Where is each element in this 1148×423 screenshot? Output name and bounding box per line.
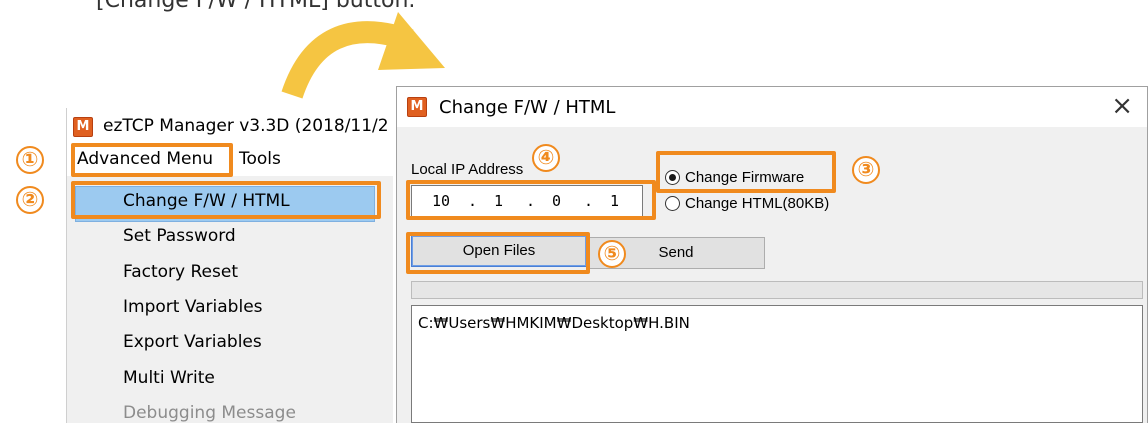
dialog-app-icon: M: [407, 97, 427, 117]
radio-change-html[interactable]: Change HTML(80KB): [665, 195, 829, 212]
menu-item-debugging-message: Debugging Message: [123, 403, 296, 423]
callout-1: ①: [16, 146, 44, 174]
menu-item-factory-reset[interactable]: Factory Reset: [123, 262, 238, 282]
main-window-title: ezTCP Manager v3.3D (2018/11/2: [103, 116, 389, 136]
progress-bar: [411, 281, 1143, 299]
dialog-title: Change F/W / HTML: [439, 97, 616, 118]
app-icon: M: [73, 117, 93, 137]
ip-address-label: Local IP Address: [411, 161, 524, 178]
callout-5: ⑤: [598, 240, 626, 268]
highlight-ip-address: [406, 180, 656, 220]
menu-item-import-variables[interactable]: Import Variables: [123, 297, 263, 317]
radio-unselected-icon: [665, 196, 680, 211]
main-window-titlebar: M ezTCP Manager v3.3D (2018/11/2: [67, 108, 393, 144]
menu-item-multi-write[interactable]: Multi Write: [123, 368, 215, 388]
radio-change-html-label: Change HTML(80KB): [685, 195, 830, 212]
menu-tools[interactable]: Tools: [239, 149, 281, 169]
highlight-open-files: [406, 232, 590, 274]
callout-4: ④: [532, 144, 560, 172]
callout-3: ③: [852, 156, 880, 184]
file-path-text: C:₩Users₩HMKIM₩Desktop₩H.BIN: [418, 314, 690, 332]
menu-item-export-variables[interactable]: Export Variables: [123, 332, 262, 352]
file-path-box[interactable]: C:₩Users₩HMKIM₩Desktop₩H.BIN: [411, 305, 1143, 423]
highlight-advanced-menu: [71, 143, 233, 177]
highlight-change-fw-menu-item: [71, 181, 381, 219]
callout-2: ②: [16, 186, 44, 214]
close-icon[interactable]: ×: [1111, 91, 1133, 121]
highlight-change-firmware: [656, 151, 836, 193]
dialog-titlebar: M Change F/W / HTML ×: [397, 87, 1147, 127]
menu-item-set-password[interactable]: Set Password: [123, 226, 236, 246]
